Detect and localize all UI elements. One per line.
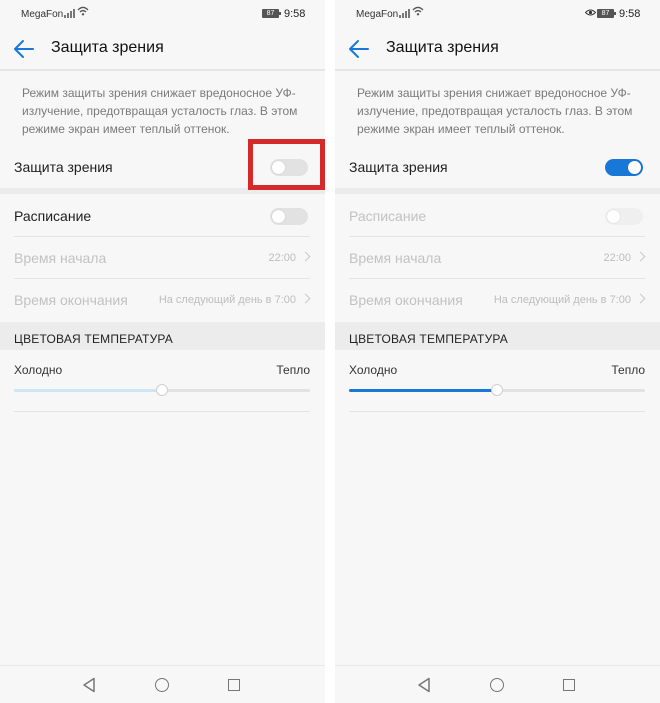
row-divider: [349, 278, 645, 279]
warm-label: Тепло: [276, 363, 310, 377]
cold-label: Холодно: [14, 363, 63, 377]
slider-thumb[interactable]: [156, 384, 168, 396]
eye-comfort-icon: [585, 9, 596, 16]
status-time: 9:58: [619, 8, 641, 20]
slider-thumb[interactable]: [491, 384, 503, 396]
carrier-name: MegaFon: [356, 9, 399, 20]
navigation-bar: [335, 665, 660, 703]
row-divider: [349, 411, 645, 412]
schedule-toggle[interactable]: [270, 208, 308, 225]
toggle-knob: [628, 161, 641, 174]
end-time-label: Время окончания: [349, 292, 463, 308]
page-title: Защита зрения: [51, 39, 164, 56]
wifi-icon: [412, 6, 424, 16]
start-time-value: 22:00: [603, 252, 631, 264]
section-gap: [335, 188, 660, 194]
cold-label: Холодно: [349, 363, 398, 377]
square-recents-icon[interactable]: [228, 679, 240, 691]
feature-description: Режим защиты зрения снижает вредоносное …: [357, 86, 633, 136]
schedule-row[interactable]: Расписание: [349, 206, 645, 226]
schedule-label: Расписание: [14, 208, 92, 224]
schedule-row[interactable]: Расписание: [14, 206, 310, 226]
square-recents-icon[interactable]: [563, 679, 575, 691]
status-bar: MegaFon 87 9:58: [335, 0, 660, 28]
schedule-toggle[interactable]: [605, 208, 643, 225]
slider-fill: [14, 389, 162, 392]
battery-icon: 87: [597, 9, 616, 18]
slider-fill: [349, 389, 497, 392]
status-time: 9:58: [284, 8, 306, 20]
end-time-row[interactable]: Время окончания На следующий день в 7:00: [349, 290, 646, 310]
signal-icon: [399, 9, 410, 18]
row-divider: [14, 236, 310, 237]
title-bar: Защита зрения: [0, 28, 325, 70]
chevron-right-icon: [300, 293, 311, 304]
row-divider: [14, 278, 310, 279]
chevron-right-icon: [635, 293, 646, 304]
wifi-icon: [77, 6, 89, 16]
phone-screen-before: MegaFon 87 9:58 Защита зрения Режим защи…: [0, 0, 325, 703]
start-time-label: Время начала: [14, 250, 107, 266]
toggle-knob: [272, 210, 285, 223]
schedule-label: Расписание: [349, 208, 427, 224]
warm-label: Тепло: [611, 363, 645, 377]
screen-separator: [325, 0, 335, 703]
page-title: Защита зрения: [386, 39, 499, 56]
circle-home-icon[interactable]: [155, 678, 169, 692]
color-temperature-heading: ЦВЕТОВАЯ ТЕМПЕРАТУРА: [14, 332, 174, 346]
highlight-frame: [248, 139, 325, 190]
end-time-value: На следующий день в 7:00: [158, 294, 296, 306]
status-bar: MegaFon 87 9:58: [0, 0, 325, 28]
title-bar: Защита зрения: [335, 28, 660, 70]
chevron-right-icon: [635, 251, 646, 262]
row-divider: [14, 411, 310, 412]
header-divider: [335, 69, 660, 71]
start-time-label: Время начала: [349, 250, 442, 266]
eye-comfort-row[interactable]: Защита зрения: [349, 157, 645, 177]
phone-screen-after: MegaFon 87 9:58 Защита зрения Режим защи…: [335, 0, 660, 703]
arrow-left-icon[interactable]: [347, 38, 371, 60]
start-time-row[interactable]: Время начала 22:00: [349, 248, 646, 268]
chevron-right-icon: [300, 251, 311, 262]
end-time-value: На следующий день в 7:00: [493, 294, 631, 306]
eye-comfort-label: Защита зрения: [349, 159, 448, 175]
battery-icon: 87: [262, 9, 281, 18]
triangle-back-icon[interactable]: [417, 677, 431, 693]
end-time-label: Время окончания: [14, 292, 128, 308]
start-time-row[interactable]: Время начала 22:00: [14, 248, 311, 268]
eye-comfort-label: Защита зрения: [14, 159, 113, 175]
navigation-bar: [0, 665, 325, 703]
color-temperature-heading: ЦВЕТОВАЯ ТЕМПЕРАТУРА: [349, 332, 509, 346]
toggle-knob: [607, 210, 620, 223]
carrier-name: MegaFon: [21, 9, 64, 20]
feature-description: Режим защиты зрения снижает вредоносное …: [22, 86, 298, 136]
eye-comfort-toggle[interactable]: [605, 159, 643, 176]
start-time-value: 22:00: [268, 252, 296, 264]
circle-home-icon[interactable]: [490, 678, 504, 692]
arrow-left-icon[interactable]: [12, 38, 36, 60]
triangle-back-icon[interactable]: [82, 677, 96, 693]
comparison-canvas: MegaFon 87 9:58 Защита зрения Режим защи…: [0, 0, 660, 703]
signal-icon: [64, 9, 75, 18]
row-divider: [349, 236, 645, 237]
end-time-row[interactable]: Время окончания На следующий день в 7:00: [14, 290, 311, 310]
header-divider: [0, 69, 325, 71]
